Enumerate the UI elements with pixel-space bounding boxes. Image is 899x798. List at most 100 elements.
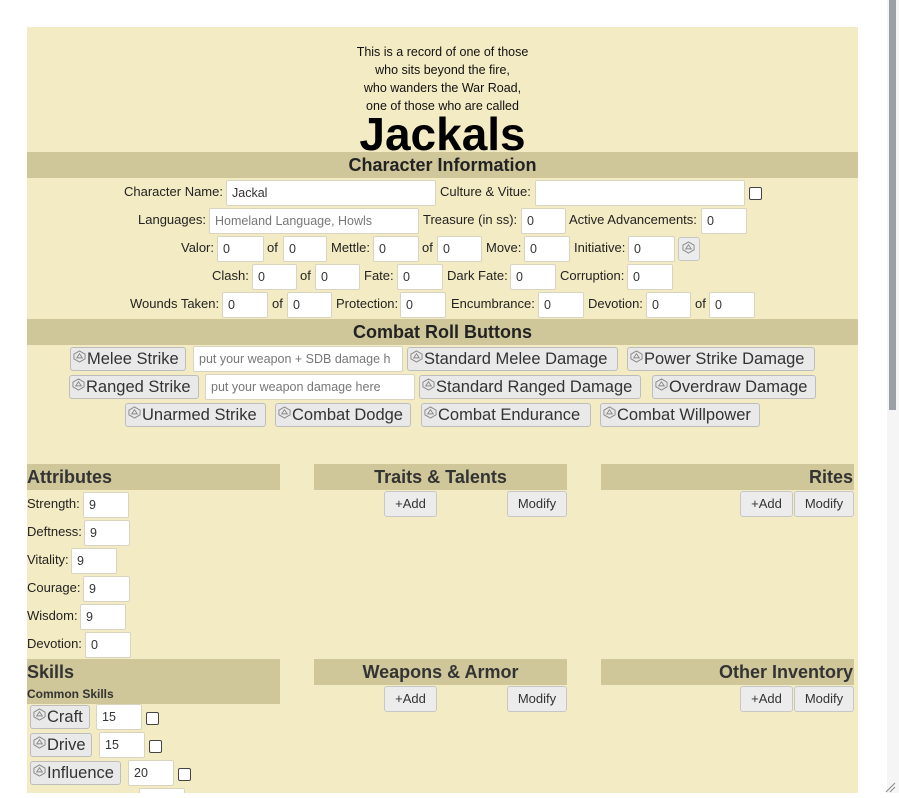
languages-input[interactable]: Homeland Language, Howls bbox=[209, 208, 419, 234]
influence-skill-button[interactable]: Influence bbox=[30, 761, 121, 785]
dice-icon bbox=[33, 736, 46, 749]
influence-skill-checkbox[interactable] bbox=[178, 768, 191, 781]
corruption-label: Corruption: bbox=[560, 268, 625, 283]
culture-input[interactable] bbox=[535, 180, 745, 206]
weapons-add-button[interactable]: +Add bbox=[384, 686, 437, 712]
dice-icon bbox=[33, 708, 46, 721]
languages-label: Languages: bbox=[138, 212, 206, 227]
wounds-max-input[interactable]: 0 bbox=[287, 292, 332, 318]
initiative-input[interactable]: 0 bbox=[628, 236, 675, 262]
melee-strike-label: Melee Strike bbox=[87, 350, 179, 368]
drive-skill-checkbox[interactable] bbox=[149, 740, 162, 753]
dice-icon bbox=[128, 406, 141, 419]
combat-willpower-label: Combat Willpower bbox=[617, 406, 751, 424]
character-info-heading: Character Information bbox=[348, 155, 537, 175]
skills-heading: Skills bbox=[27, 662, 75, 682]
overdraw-damage-label: Overdraw Damage bbox=[669, 378, 808, 396]
fate-input[interactable]: 0 bbox=[397, 264, 443, 290]
dice-icon bbox=[410, 350, 423, 363]
traits-modify-button[interactable]: Modify bbox=[507, 491, 567, 517]
influence-skill-input[interactable]: 20 bbox=[128, 760, 174, 786]
combat-endurance-label: Combat Endurance bbox=[438, 406, 581, 424]
dice-icon bbox=[424, 406, 437, 419]
valor-input[interactable]: 0 bbox=[217, 236, 264, 262]
scrollbar-thumb[interactable] bbox=[889, 0, 896, 410]
intro-line-2: who sits beyond the fire, bbox=[375, 63, 510, 77]
devotion-max-input[interactable]: 0 bbox=[709, 292, 755, 318]
power-strike-damage-button[interactable]: Power Strike Damage bbox=[627, 347, 815, 371]
vitality-input[interactable]: 9 bbox=[71, 548, 117, 574]
protection-label: Protection: bbox=[336, 296, 399, 311]
move-input[interactable]: 0 bbox=[524, 236, 570, 262]
dark-fate-input[interactable]: 0 bbox=[510, 264, 556, 290]
initiative-roll-button[interactable] bbox=[678, 237, 700, 261]
attributes-heading: Attributes bbox=[27, 467, 112, 487]
clash-max-input[interactable]: 0 bbox=[315, 264, 360, 290]
dice-icon bbox=[422, 378, 435, 391]
dice-icon bbox=[33, 764, 46, 777]
wounds-input[interactable]: 0 bbox=[222, 292, 268, 318]
inventory-modify-button[interactable]: Modify bbox=[794, 686, 854, 712]
craft-skill-button[interactable]: Craft bbox=[30, 705, 90, 729]
ranged-strike-button[interactable]: Ranged Strike bbox=[69, 375, 199, 399]
deftness-input[interactable]: 9 bbox=[84, 520, 130, 546]
wisdom-input[interactable]: 9 bbox=[80, 604, 126, 630]
treasure-input[interactable]: 0 bbox=[521, 208, 566, 234]
valor-max-input[interactable]: 0 bbox=[283, 236, 327, 262]
dice-icon bbox=[278, 406, 291, 419]
combat-endurance-button[interactable]: Combat Endurance bbox=[421, 403, 591, 427]
valor-of-label: of bbox=[267, 240, 278, 255]
rites-add-button[interactable]: +Add bbox=[740, 491, 793, 517]
unarmed-strike-button[interactable]: Unarmed Strike bbox=[125, 403, 266, 427]
skill-label: Drive bbox=[47, 736, 86, 754]
devotion-attr-input[interactable]: 0 bbox=[85, 632, 131, 658]
protection-input[interactable]: 0 bbox=[400, 292, 446, 318]
corruption-input[interactable]: 0 bbox=[627, 264, 673, 290]
rites-modify-button[interactable]: Modify bbox=[794, 491, 854, 517]
courage-input[interactable]: 9 bbox=[83, 576, 130, 602]
dice-icon bbox=[73, 350, 86, 363]
valor-label: Valor: bbox=[181, 240, 214, 255]
attribute-label: Vitality: bbox=[27, 552, 69, 567]
melee-damage-input[interactable]: put your weapon + SDB damage h bbox=[193, 346, 403, 372]
clash-input[interactable]: 0 bbox=[252, 264, 297, 290]
initiative-label: Initiative: bbox=[574, 240, 626, 255]
character-name-input[interactable]: Jackal bbox=[226, 180, 436, 206]
attribute-label: Strength: bbox=[27, 496, 80, 511]
clash-of-label: of bbox=[300, 268, 311, 283]
rites-heading: Rites bbox=[808, 467, 853, 487]
standard-ranged-damage-button[interactable]: Standard Ranged Damage bbox=[419, 375, 641, 399]
inventory-add-button[interactable]: +Add bbox=[740, 686, 793, 712]
next-skill-input[interactable] bbox=[139, 788, 185, 793]
fate-label: Fate: bbox=[364, 268, 394, 283]
devotion-input[interactable]: 0 bbox=[646, 292, 691, 318]
combat-dodge-button[interactable]: Combat Dodge bbox=[275, 403, 411, 427]
character-name-label: Character Name: bbox=[124, 184, 223, 199]
drive-skill-input[interactable]: 15 bbox=[99, 732, 145, 758]
wounds-of-label: of bbox=[272, 296, 283, 311]
attribute-label: Courage: bbox=[27, 580, 81, 595]
mettle-max-input[interactable]: 0 bbox=[437, 236, 482, 262]
overdraw-damage-button[interactable]: Overdraw Damage bbox=[652, 375, 816, 399]
standard-melee-damage-button[interactable]: Standard Melee Damage bbox=[407, 347, 618, 371]
resize-grip-icon[interactable] bbox=[884, 780, 896, 793]
craft-skill-checkbox[interactable] bbox=[146, 712, 159, 725]
mettle-input[interactable]: 0 bbox=[373, 236, 419, 262]
combat-willpower-button[interactable]: Combat Willpower bbox=[600, 403, 760, 427]
ranged-strike-label: Ranged Strike bbox=[86, 378, 191, 396]
common-skills-heading: Common Skills bbox=[27, 687, 114, 701]
craft-skill-input[interactable]: 15 bbox=[96, 704, 142, 730]
inventory-heading: Other Inventory bbox=[718, 662, 853, 682]
strength-input[interactable]: 9 bbox=[83, 492, 129, 518]
weapons-heading: Weapons & Armor bbox=[362, 662, 519, 682]
traits-add-button[interactable]: +Add bbox=[384, 491, 437, 517]
culture-checkbox[interactable] bbox=[749, 187, 762, 200]
treasure-label: Treasure (in ss): bbox=[423, 212, 518, 227]
ranged-damage-input[interactable]: put your weapon damage here bbox=[205, 374, 415, 400]
encumbrance-input[interactable]: 0 bbox=[538, 292, 584, 318]
melee-strike-button[interactable]: Melee Strike bbox=[70, 347, 186, 371]
weapons-modify-button[interactable]: Modify bbox=[507, 686, 567, 712]
drive-skill-button[interactable]: Drive bbox=[30, 733, 92, 757]
dice-icon bbox=[655, 378, 668, 391]
advancements-input[interactable]: 0 bbox=[701, 208, 747, 234]
